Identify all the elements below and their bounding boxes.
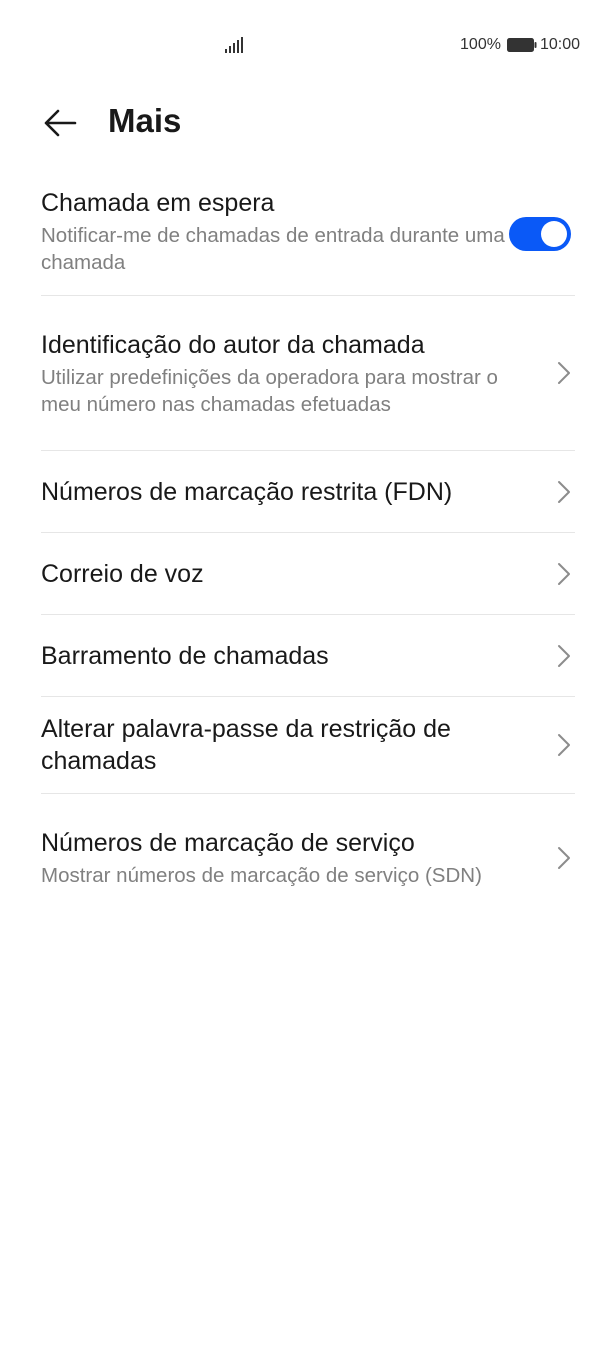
status-bar: 100% 10:00 (0, 0, 615, 90)
setting-call-barring[interactable]: Barramento de chamadas (41, 615, 575, 697)
chevron-right-icon (558, 847, 570, 869)
setting-text: Barramento de chamadas (41, 640, 575, 672)
chevron-right-icon (558, 362, 570, 384)
setting-title: Barramento de chamadas (41, 641, 329, 670)
arrow-left-icon (44, 109, 77, 137)
setting-text: Identificação do autor da chamada Utiliz… (41, 329, 575, 418)
setting-text: Alterar palavra-passe da restrição de ch… (41, 713, 575, 777)
settings-list: Chamada em espera Notificar-me de chamad… (41, 172, 575, 922)
toggle-knob (541, 220, 567, 247)
setting-subtitle: Notificar-me de chamadas de entrada dura… (41, 224, 505, 274)
setting-text: Números de marcação restrita (FDN) (41, 476, 575, 508)
setting-title: Alterar palavra-passe da restrição de ch… (41, 715, 451, 775)
setting-text: Correio de voz (41, 558, 575, 590)
status-indicators: 100% 10:00 (460, 36, 580, 54)
setting-call-waiting[interactable]: Chamada em espera Notificar-me de chamad… (41, 172, 575, 296)
signal-bars-icon (225, 37, 243, 53)
call-waiting-toggle[interactable] (509, 216, 571, 251)
setting-sdn[interactable]: Números de marcação de serviço Mostrar n… (41, 794, 575, 922)
setting-subtitle: Mostrar números de marcação de serviço (… (41, 864, 482, 887)
setting-barring-password[interactable]: Alterar palavra-passe da restrição de ch… (41, 697, 575, 794)
setting-text: Números de marcação de serviço Mostrar n… (41, 827, 575, 889)
setting-title: Chamada em espera (41, 189, 275, 217)
setting-subtitle: Utilizar predefinições da operadora para… (41, 365, 498, 416)
chevron-right-icon (558, 644, 570, 667)
battery-percent: 100% (460, 36, 501, 53)
setting-title: Correio de voz (41, 559, 204, 588)
chevron-right-icon (558, 734, 570, 756)
page-title: Mais (108, 102, 182, 139)
chevron-right-icon (558, 562, 570, 585)
setting-title: Identificação do autor da chamada (41, 330, 425, 359)
setting-fdn[interactable]: Números de marcação restrita (FDN) (41, 451, 575, 533)
battery-full-icon (506, 38, 537, 52)
setting-title: Números de marcação restrita (FDN) (41, 477, 453, 506)
setting-text: Chamada em espera Notificar-me de chamad… (41, 187, 575, 276)
app-bar: Mais (0, 95, 615, 151)
clock-time: 10:00 (539, 36, 580, 53)
back-button[interactable] (38, 103, 82, 143)
setting-caller-id[interactable]: Identificação do autor da chamada Utiliz… (41, 296, 575, 451)
chevron-right-icon (558, 480, 570, 503)
setting-title: Números de marcação de serviço (41, 829, 415, 857)
setting-voicemail[interactable]: Correio de voz (41, 533, 575, 615)
